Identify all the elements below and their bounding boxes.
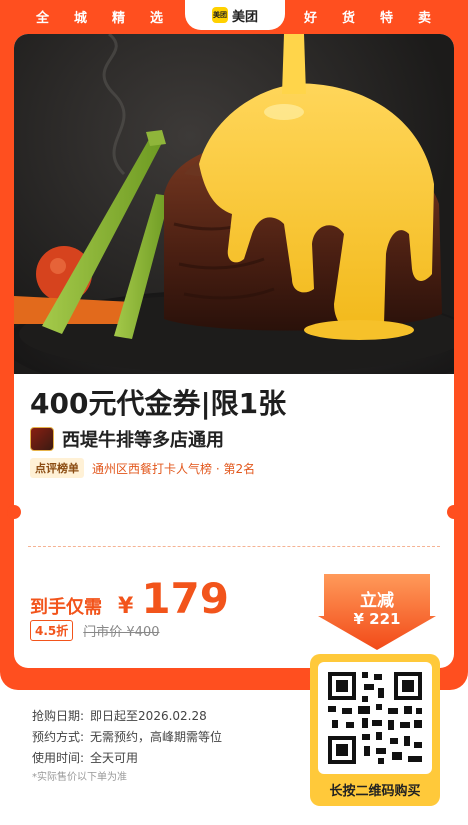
steak-illustration bbox=[14, 34, 454, 374]
price-row: 到手仅需 ¥ 179 bbox=[30, 574, 229, 623]
rank-text: 通州区西餐打卡人气榜 · 第2名 bbox=[92, 461, 256, 476]
meituan-logo: 美团 美团 bbox=[185, 0, 285, 30]
price-value: 179 bbox=[141, 574, 229, 623]
dashed-divider bbox=[28, 546, 440, 547]
slogan-right: 好 货 特 卖 bbox=[304, 7, 432, 26]
original-price: 门市价 ¥400 bbox=[83, 625, 160, 640]
save-arrow: 立减 ¥ 221 bbox=[318, 572, 436, 650]
ticket-notch-right bbox=[447, 505, 461, 519]
rank-badge: 点评榜单 bbox=[30, 458, 84, 478]
meituan-logo-text: 美团 bbox=[231, 9, 258, 25]
slogan-char: 精 bbox=[112, 10, 127, 26]
discount-row: 4.5折 门市价 ¥400 bbox=[30, 620, 159, 641]
ticket-notch-left bbox=[7, 505, 21, 519]
qr-code[interactable] bbox=[318, 662, 432, 774]
shop-row: 西堤牛排等多店通用 bbox=[30, 426, 224, 452]
qr-code-box[interactable]: 长按二维码购买 bbox=[310, 654, 440, 806]
info-key: 抢购日期: bbox=[32, 709, 85, 723]
info-row: 抢购日期: 即日起至2026.02.28 bbox=[32, 706, 222, 727]
info-value: 无需预约，高峰期需等位 bbox=[90, 730, 223, 744]
slogan-char: 货 bbox=[341, 10, 356, 26]
discount-badge: 4.5折 bbox=[30, 620, 74, 641]
info-key: 预约方式: bbox=[32, 730, 85, 744]
rank-row: 点评榜单 通州区西餐打卡人气榜 · 第2名 bbox=[30, 458, 255, 478]
slogan-char: 全 bbox=[36, 10, 51, 26]
save-amount: ¥ 221 bbox=[353, 610, 401, 628]
meituan-logo-icon: 美团 bbox=[211, 7, 228, 23]
info-key: 使用时间: bbox=[32, 751, 85, 765]
deal-title: 400元代金券|限1张 bbox=[30, 387, 287, 420]
qr-code-icon bbox=[328, 672, 422, 764]
save-label: 立减 bbox=[360, 591, 394, 611]
currency-symbol: ¥ bbox=[118, 594, 134, 619]
qr-label: 长按二维码购买 bbox=[329, 784, 421, 799]
info-row: 使用时间: 全天可用 bbox=[32, 748, 222, 769]
slogan-char: 特 bbox=[379, 10, 394, 26]
shop-logo-icon bbox=[30, 427, 54, 451]
price-note: *实际售价以下单为准 bbox=[32, 772, 127, 783]
shop-name: 西堤牛排等多店通用 bbox=[62, 430, 224, 451]
slogan-char: 城 bbox=[74, 10, 89, 26]
steak-image bbox=[14, 34, 454, 374]
slogan-char: 好 bbox=[303, 10, 318, 26]
deal-info: 抢购日期: 即日起至2026.02.28 预约方式: 无需预约，高峰期需等位 使… bbox=[32, 706, 222, 769]
info-row: 预约方式: 无需预约，高峰期需等位 bbox=[32, 727, 222, 748]
slogan-char: 选 bbox=[150, 10, 165, 26]
slogan-left: 全 城 精 选 bbox=[36, 7, 164, 26]
price-label: 到手仅需 bbox=[30, 597, 102, 618]
slogan-char: 卖 bbox=[417, 10, 432, 26]
info-value: 全天可用 bbox=[90, 751, 139, 765]
info-value: 即日起至2026.02.28 bbox=[90, 709, 207, 723]
